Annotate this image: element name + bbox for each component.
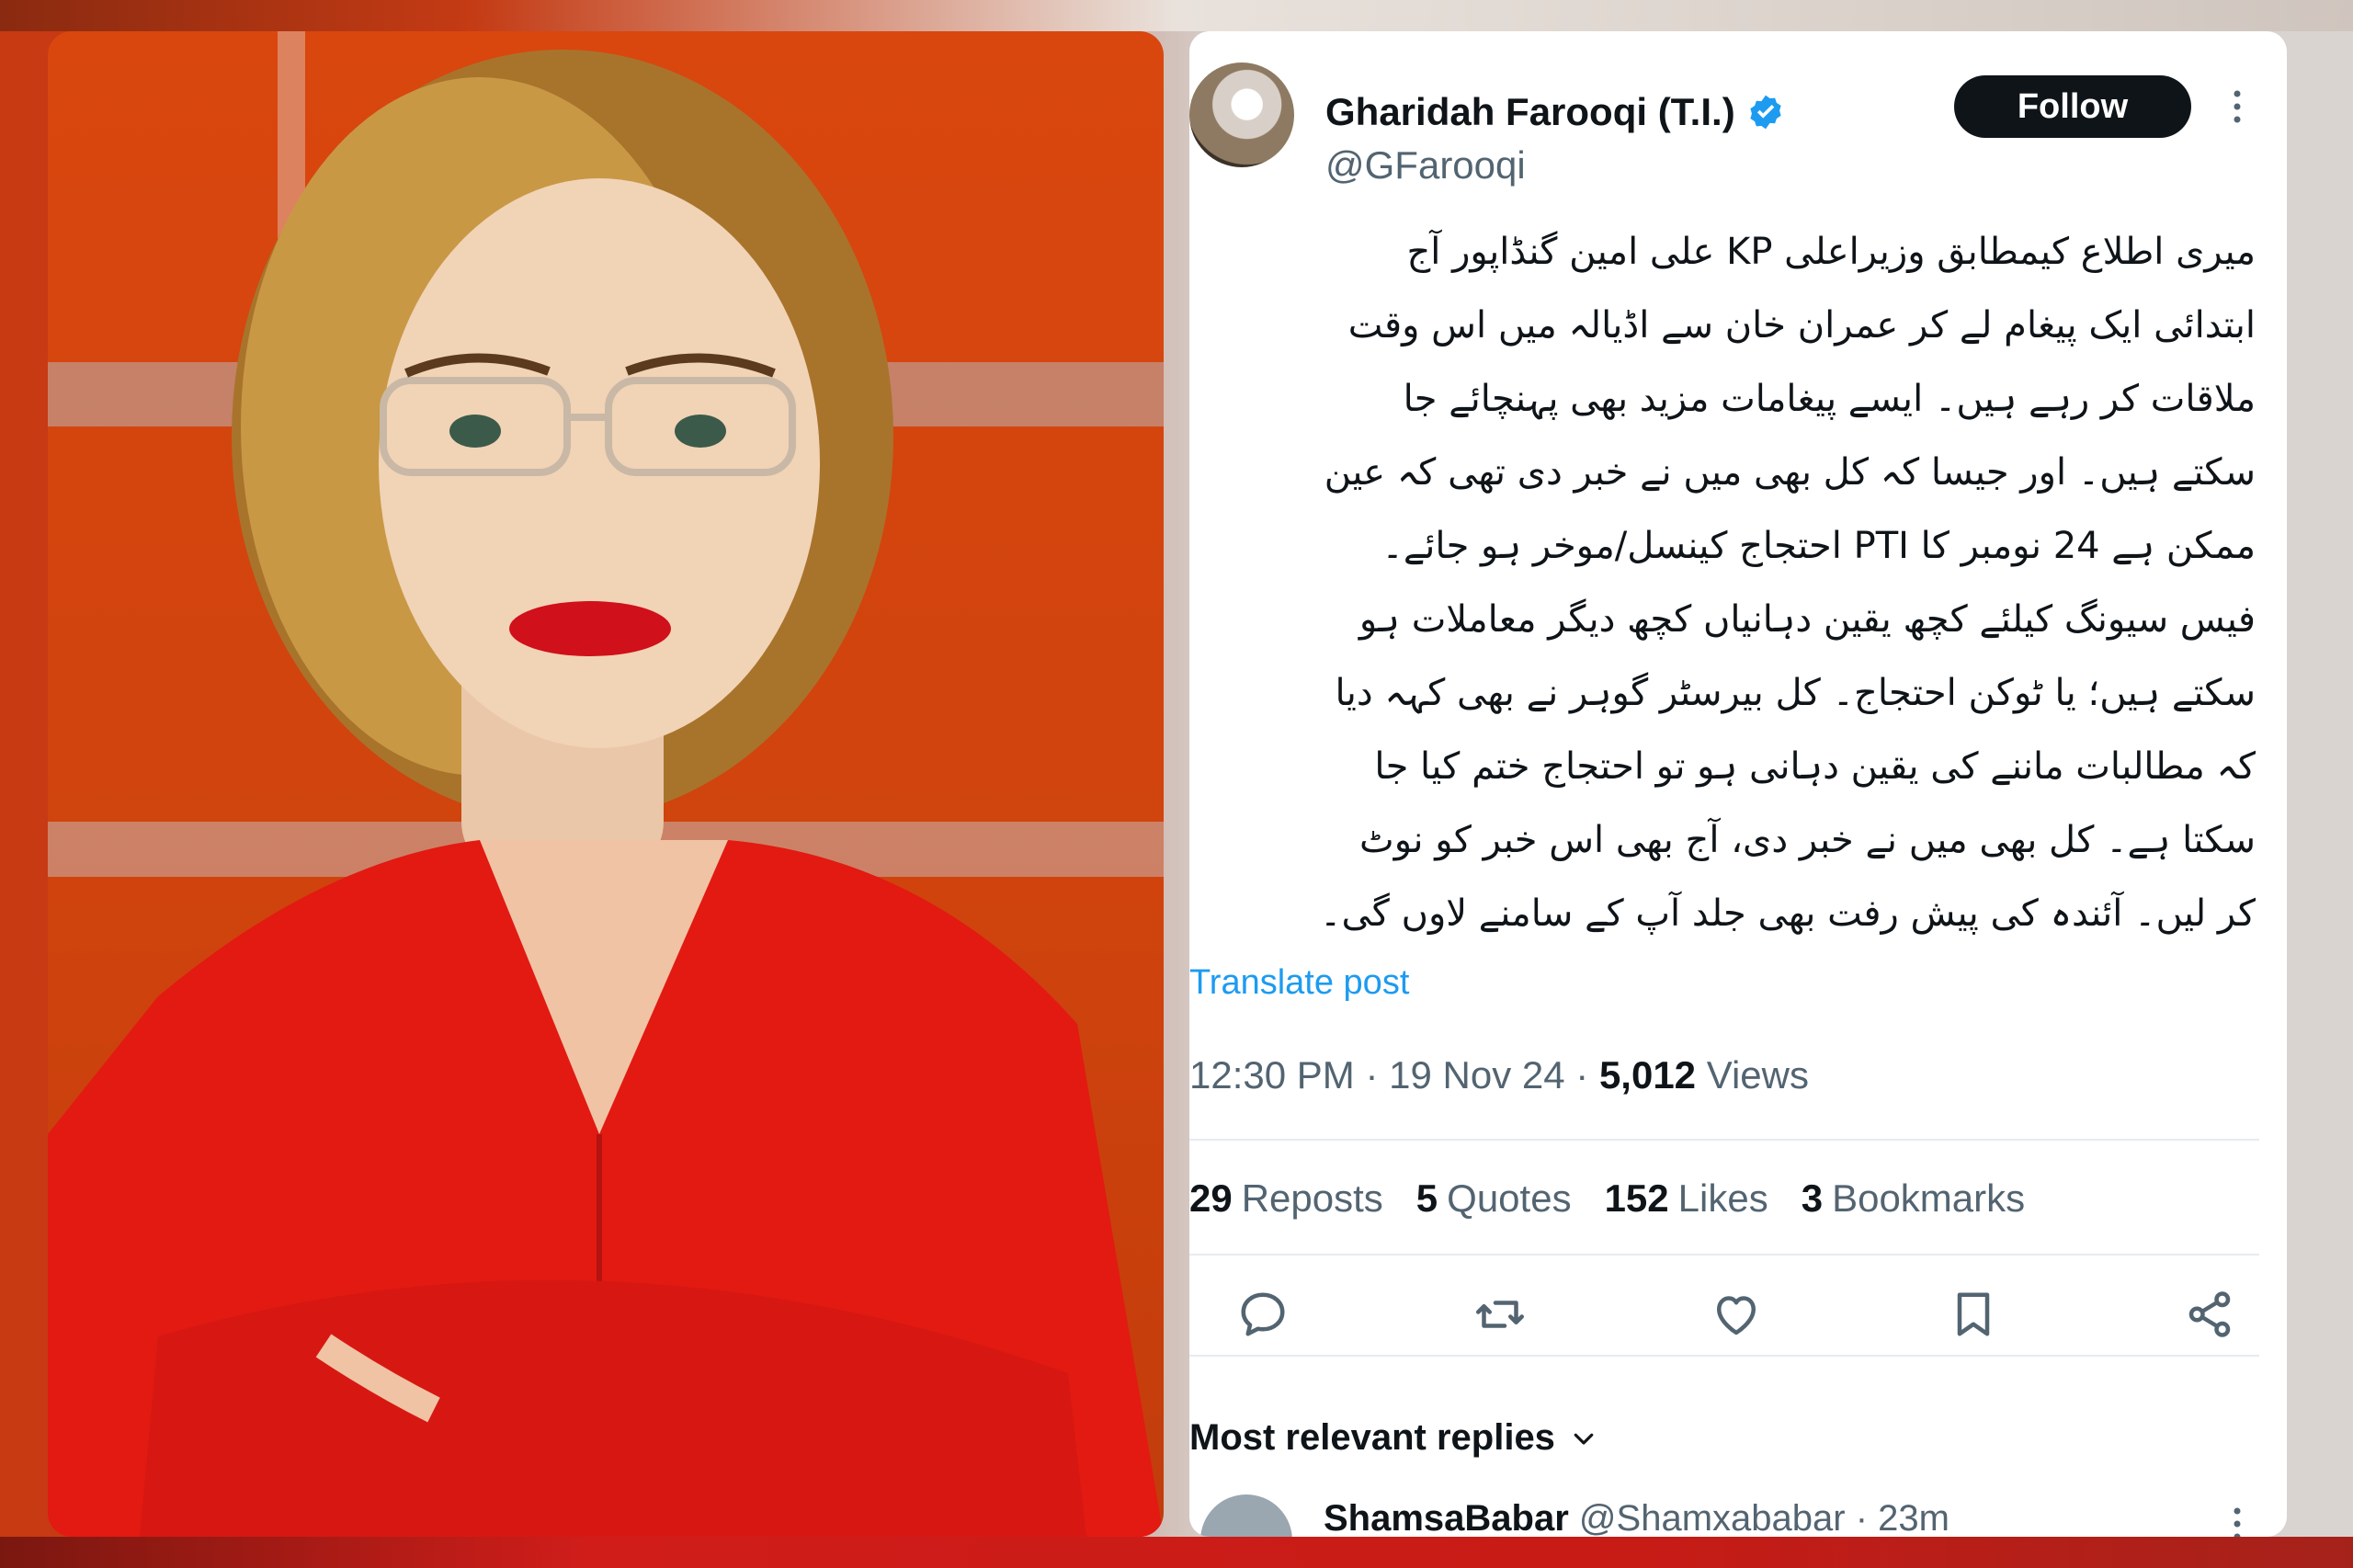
reposts-stat[interactable]: 29 Reposts: [1189, 1176, 1383, 1221]
follow-button[interactable]: Follow: [1954, 75, 2191, 138]
tweet-text-line: ملاقات کر رہے ہیں۔ ایسے پیغامات مزید بھی…: [1403, 378, 2256, 420]
replies-sort-dropdown[interactable]: Most relevant replies: [1189, 1417, 1597, 1459]
repost-icon[interactable]: [1472, 1287, 1528, 1342]
tweet-meta: 12:30 PM · 19 Nov 24 · 5,012 Views: [1189, 1053, 1809, 1097]
verified-badge-icon: [1750, 95, 1781, 130]
bookmarks-stat[interactable]: 3 Bookmarks: [1802, 1176, 2025, 1221]
reply-author-name[interactable]: ShamsaBabar: [1324, 1498, 1569, 1537]
meta-separator: ·: [1575, 1053, 1589, 1096]
tweet-card: Gharidah Farooqi (T.I.) @GFarooqi Follow…: [1189, 31, 2287, 1537]
likes-count: 152: [1604, 1176, 1669, 1220]
tweet-text: میری اطلاع کیمطابق وزیراعلی KP علی امین …: [1199, 215, 2256, 950]
tweet-text-line: کہ مطالبات ماننے کی یقین دہانی ہو تو احت…: [1374, 745, 2256, 788]
tweet-text-line: ممکن ہے 24 نومبر کا PTI احتجاج کینسل/موخ…: [1381, 525, 2256, 567]
tweet-text-line: سکتے ہیں؛ یا ٹوکن احتجاج۔ کل بیرسٹر گوہر…: [1335, 672, 2256, 714]
tweet-text-line: میری اطلاع کیمطابق وزیراعلی KP علی امین …: [1406, 231, 2256, 273]
reposts-count: 29: [1189, 1176, 1233, 1220]
author-name[interactable]: Gharidah Farooqi (T.I.): [1325, 90, 1735, 134]
tweet-text-line: فیس سیونگ کیلئے کچھ یقین دہانیاں کچھ دیگ…: [1358, 598, 2256, 641]
bookmark-icon[interactable]: [1946, 1287, 2001, 1342]
quotes-stat[interactable]: 5 Quotes: [1416, 1176, 1572, 1221]
replies-sort-label: Most relevant replies: [1189, 1417, 1555, 1458]
reposts-label: Reposts: [1241, 1176, 1383, 1220]
divider: [1189, 1139, 2259, 1141]
translate-post-link[interactable]: Translate post: [1189, 963, 1409, 1003]
quotes-count: 5: [1415, 1176, 1438, 1220]
tweet-date[interactable]: 19 Nov 24: [1389, 1053, 1564, 1096]
views-label: Views: [1706, 1053, 1809, 1096]
likes-label: Likes: [1677, 1176, 1768, 1220]
author-handle[interactable]: @GFarooqi: [1325, 143, 1526, 187]
author-avatar[interactable]: [1189, 62, 1294, 167]
portrait-illustration: [48, 31, 1164, 1537]
tweet-text-line: سکتے ہیں۔ اور جیسا کہ کل بھی میں نے خبر …: [1324, 451, 2256, 494]
divider: [1189, 1254, 2259, 1256]
share-icon[interactable]: [2182, 1287, 2237, 1342]
reply-age: 23m: [1878, 1498, 1949, 1537]
chevron-down-icon: [1574, 1433, 1594, 1445]
reply-author-handle[interactable]: @Shamxababar: [1579, 1498, 1846, 1537]
reply-header: ShamsaBabar @Shamxababar · 23m: [1324, 1498, 1949, 1537]
bookmarks-count: 3: [1801, 1176, 1824, 1220]
reply-icon[interactable]: [1235, 1287, 1290, 1342]
tweet-text-line: ابتدائی ایک پیغام لے کر عمران خان سے اڈی…: [1347, 304, 2256, 347]
tweet-text-line: سکتا ہے۔ کل بھی میں نے خبر دی، آج بھی اس…: [1359, 819, 2256, 861]
reply-avatar[interactable]: [1200, 1494, 1292, 1537]
meta-separator: ·: [1365, 1053, 1379, 1096]
like-icon[interactable]: [1709, 1287, 1764, 1342]
reply-more-options-icon[interactable]: [2228, 1506, 2246, 1537]
background-top: [0, 0, 2353, 31]
meta-separator: ·: [1855, 1498, 1869, 1537]
divider: [1189, 1355, 2259, 1357]
engagement-stats: 29 Reposts 5 Quotes 152 Likes 3 Bookmarks: [1189, 1176, 2025, 1221]
tweet-time[interactable]: 12:30 PM: [1189, 1053, 1355, 1096]
background-bottom: [0, 1537, 2353, 1568]
author-name-row: Gharidah Farooqi (T.I.): [1325, 90, 1785, 134]
action-bar: [1235, 1287, 2237, 1342]
quotes-label: Quotes: [1447, 1176, 1572, 1220]
bookmarks-label: Bookmarks: [1832, 1176, 2026, 1220]
views-count: 5,012: [1598, 1053, 1697, 1096]
portrait-photo: [48, 31, 1164, 1537]
tweet-text-line: کر لیں۔ آئندہ کی پیش رفت بھی جلد آپ کے س…: [1320, 892, 2256, 935]
more-options-icon[interactable]: [2228, 88, 2246, 125]
likes-stat[interactable]: 152 Likes: [1605, 1176, 1768, 1221]
